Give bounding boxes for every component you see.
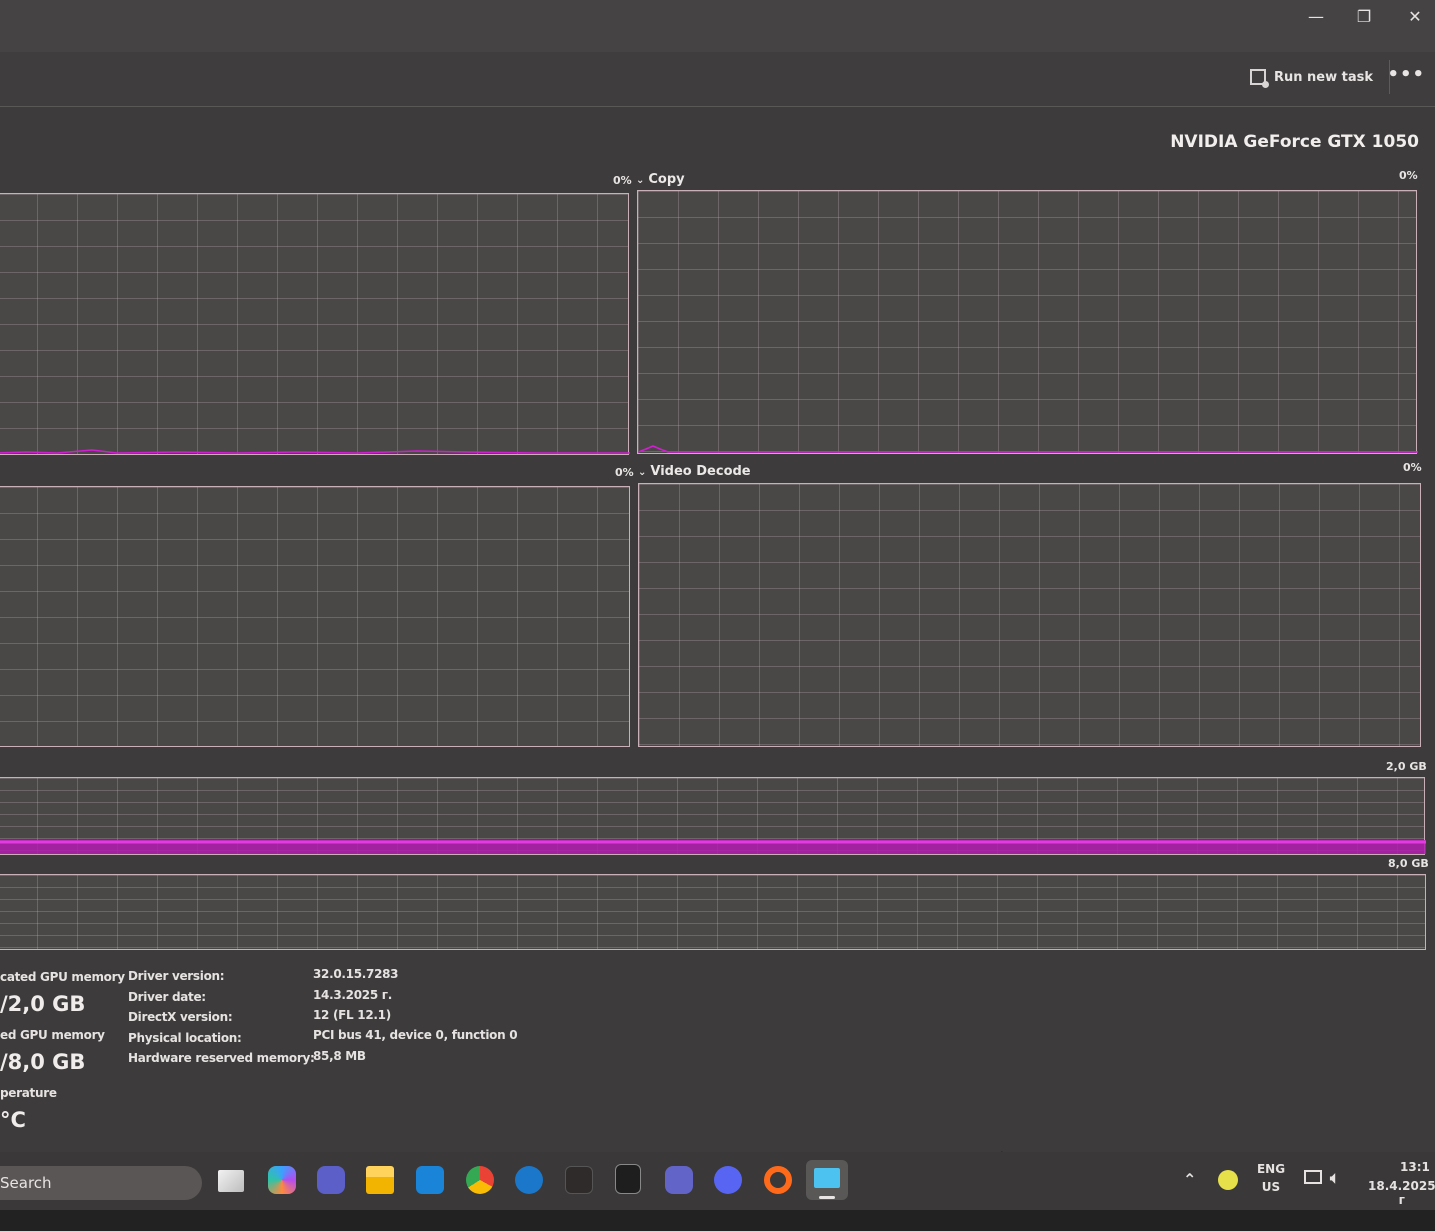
title-bar: — ❐ ✕ xyxy=(0,0,1435,52)
temperature-value: °C xyxy=(0,1108,26,1132)
active-app-indicator xyxy=(819,1196,835,1199)
physical-location-value: PCI bus 41, device 0, function 0 xyxy=(313,1028,518,1042)
temperature-label: perature xyxy=(0,1086,57,1100)
clock-date[interactable]: 18.4.2025 г xyxy=(1368,1179,1435,1207)
copy-engine-label: Copy xyxy=(648,172,685,187)
network-icon[interactable] xyxy=(1304,1170,1322,1184)
physical-location-label: Physical location: xyxy=(128,1031,242,1045)
more-options-icon[interactable]: ••• xyxy=(1387,64,1425,85)
chevron-down-icon: ⌄ xyxy=(638,467,647,478)
teams-work-icon[interactable] xyxy=(665,1166,693,1194)
video-decode-label: Video Decode xyxy=(650,464,751,479)
command-bar: Run new task ••• xyxy=(0,52,1435,107)
opera-icon[interactable] xyxy=(764,1166,792,1194)
video-decode-graph-percent: 0% xyxy=(1403,461,1422,474)
task-view-icon[interactable] xyxy=(218,1170,244,1192)
driver-version-label: Driver version: xyxy=(128,969,225,983)
chrome-icon[interactable] xyxy=(466,1166,494,1194)
run-task-icon xyxy=(1249,69,1269,88)
driver-date-label: Driver date: xyxy=(128,990,206,1004)
dedicated-memory-usage-fill xyxy=(0,840,1426,854)
directx-version-label: DirectX version: xyxy=(128,1010,233,1024)
taskbar-search-label: Search xyxy=(0,1174,52,1192)
discord-icon[interactable] xyxy=(714,1166,742,1194)
engine-graph-mid-left xyxy=(0,486,630,747)
gpu-name: NVIDIA GeForce GTX 1050 xyxy=(1170,132,1419,152)
steam-icon[interactable] xyxy=(515,1166,543,1194)
clock-time[interactable]: 13:1 xyxy=(1400,1160,1430,1174)
driver-version-value: 32.0.15.7283 xyxy=(313,967,399,981)
sublime-icon[interactable] xyxy=(565,1166,593,1194)
copy-engine-selector[interactable]: ⌄ Copy xyxy=(636,172,685,187)
copy-engine-graph xyxy=(637,190,1418,454)
screen-bezel xyxy=(0,1210,1435,1231)
dedicated-memory-label: cated GPU memory xyxy=(0,970,125,984)
graph-mid-left-percent: 0% xyxy=(615,466,634,479)
task-manager-icon xyxy=(814,1168,840,1188)
close-button[interactable]: ✕ xyxy=(1395,6,1435,28)
teams-icon[interactable] xyxy=(317,1166,345,1194)
copilot-icon[interactable] xyxy=(268,1166,296,1194)
hardware-reserved-memory-value: 85,8 MB xyxy=(313,1049,366,1063)
taskbar-search[interactable]: Search xyxy=(0,1166,202,1200)
dedicated-memory-graph xyxy=(0,777,1426,855)
directx-version-value: 12 (FL 12.1) xyxy=(313,1008,391,1022)
engine-graph-top-left xyxy=(0,193,630,455)
copy-graph-percent: 0% xyxy=(1399,169,1418,182)
input-language-bottom[interactable]: US xyxy=(1254,1180,1288,1194)
dedicated-memory-max: 2,0 GB xyxy=(1386,760,1427,773)
hardware-reserved-memory-label: Hardware reserved memory: xyxy=(128,1051,315,1065)
shared-memory-max: 8,0 GB xyxy=(1388,857,1429,870)
graph-top-left-percent: 0% xyxy=(613,174,632,187)
run-new-task-button[interactable]: Run new task xyxy=(1249,65,1373,89)
copy-usage-line xyxy=(638,445,1418,453)
run-new-task-label: Run new task xyxy=(1273,69,1373,85)
driver-date-value: 14.3.2025 г. xyxy=(313,988,392,1002)
dedicated-memory-value: /2,0 GB xyxy=(0,992,86,1016)
outlook-icon[interactable] xyxy=(416,1166,444,1194)
volume-icon[interactable]: 🔈︎ xyxy=(1330,1168,1340,1188)
minimize-button[interactable]: — xyxy=(1296,6,1336,28)
epic-games-icon[interactable] xyxy=(615,1164,641,1194)
restore-button[interactable]: ❐ xyxy=(1344,6,1384,28)
shared-memory-value: /8,0 GB xyxy=(0,1050,86,1074)
video-decode-selector[interactable]: ⌄ Video Decode xyxy=(638,464,751,479)
show-hidden-icons-chevron-icon[interactable]: ⌃ xyxy=(1183,1170,1196,1189)
engine-usage-line-top-left xyxy=(0,449,630,454)
shared-memory-graph xyxy=(0,874,1426,950)
file-explorer-icon[interactable] xyxy=(366,1166,394,1194)
input-language-top[interactable]: ENG xyxy=(1254,1162,1288,1176)
shared-memory-label: ed GPU memory xyxy=(0,1028,105,1042)
status-dot-icon[interactable] xyxy=(1218,1170,1238,1190)
chevron-down-icon: ⌄ xyxy=(636,175,645,186)
video-decode-graph xyxy=(638,483,1421,747)
task-manager-button[interactable] xyxy=(806,1160,848,1200)
